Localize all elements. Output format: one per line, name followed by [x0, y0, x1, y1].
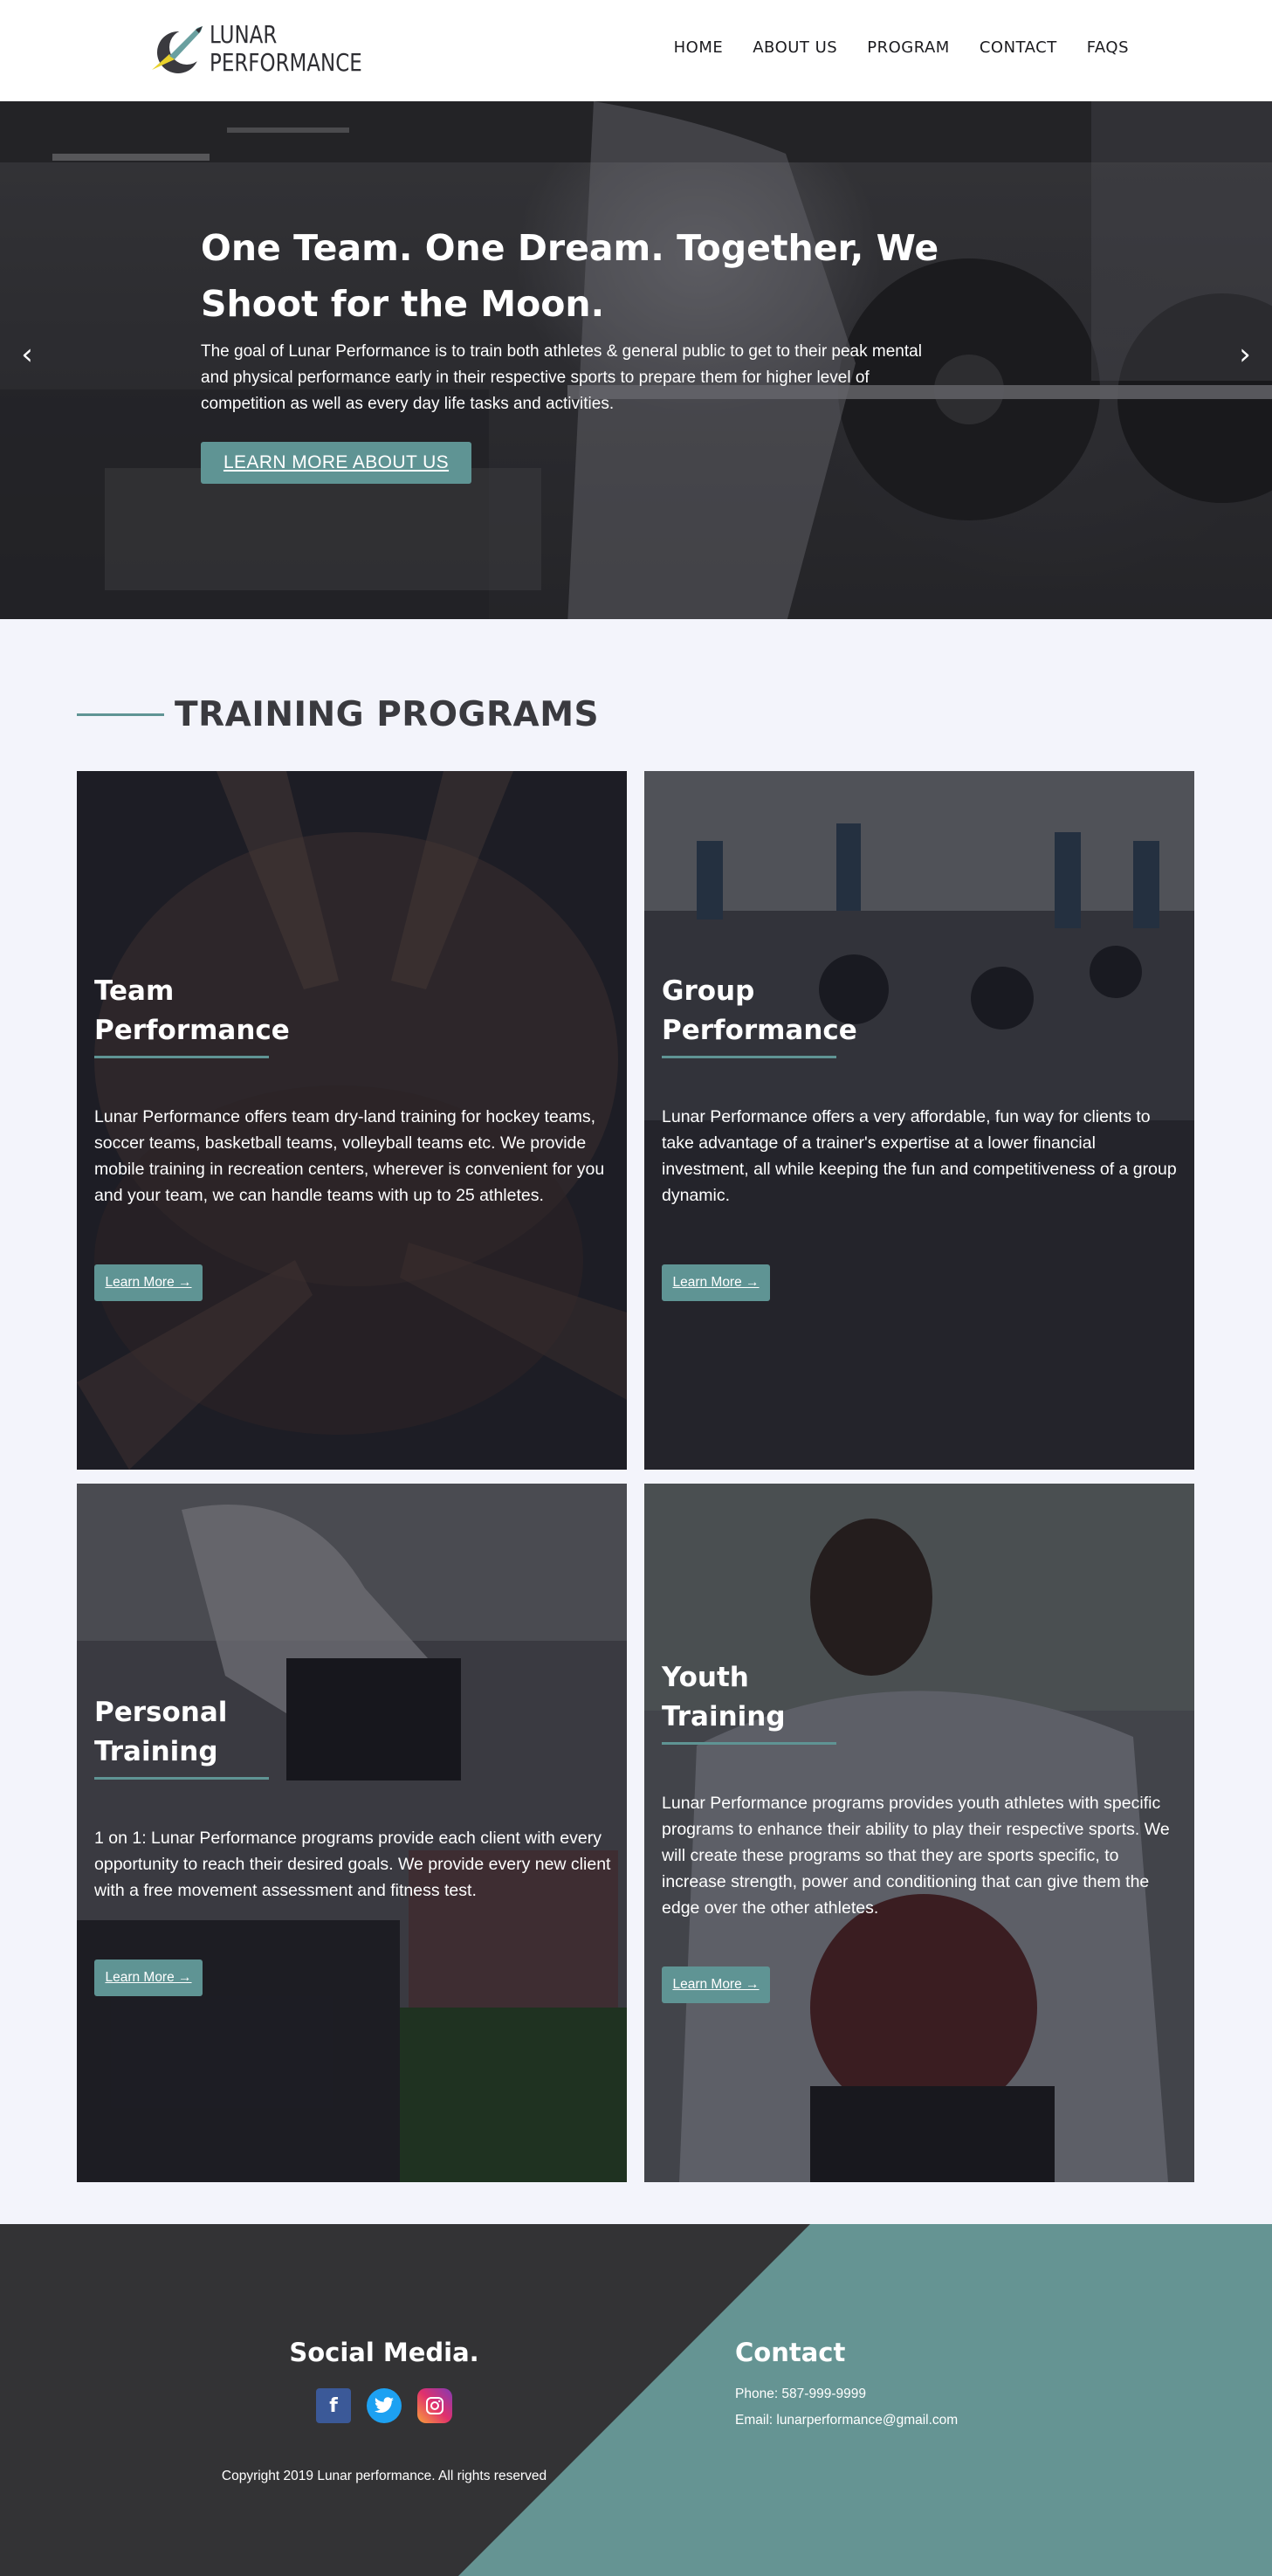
hero-description: The goal of Lunar Performance is to trai… [201, 342, 922, 413]
card-title-underline [94, 1056, 269, 1058]
learn-more-button[interactable]: Learn More → [94, 1264, 203, 1301]
card-title-underline [94, 1777, 269, 1780]
program-card-youth-training: Youth Training Lunar Performance program… [644, 1484, 1194, 2182]
card-description: Lunar Performance offers a very affordab… [662, 1107, 1177, 1205]
rocket-moon-logo-icon [143, 17, 215, 80]
program-card-personal-training: Personal Training 1 on 1: Lunar Performa… [77, 1484, 627, 2182]
nav-program[interactable]: PROGRAM [867, 38, 950, 57]
contact-phone: Phone: 587-999-9999 [735, 2387, 866, 2401]
contact-title: Contact [735, 2338, 846, 2367]
copyright-text: Copyright 2019 Lunar performance. All ri… [221, 2469, 547, 2483]
hero-slider: ‹ › One Team. One Dream. Together, We Sh… [0, 101, 1272, 619]
site-header: LUNAR PERFORMANCE HOME ABOUT US PROGRAM … [0, 0, 1272, 101]
learn-more-about-us-button[interactable]: LEARN MORE ABOUT US [201, 442, 471, 484]
instagram-icon[interactable] [417, 2388, 452, 2423]
learn-more-button[interactable]: Learn More → [662, 1264, 770, 1301]
card-title-underline [662, 1056, 836, 1058]
main-nav: HOME ABOUT US PROGRAM CONTACT FAQS [674, 38, 1129, 57]
nav-faqs[interactable]: FAQS [1087, 38, 1129, 57]
facebook-icon[interactable]: f [316, 2388, 351, 2423]
section-title: TRAINING PROGRAMS [175, 695, 600, 734]
card-content: Group Performance Lunar Performance offe… [662, 972, 1186, 1301]
chevron-right-icon[interactable]: › [1232, 337, 1258, 372]
training-programs-heading: TRAINING PROGRAMS [77, 695, 599, 734]
nav-about-us[interactable]: ABOUT US [753, 38, 837, 57]
logo[interactable]: LUNAR PERFORMANCE [143, 17, 362, 80]
nav-contact[interactable]: CONTACT [980, 38, 1057, 57]
social-title: Social Media. [289, 2338, 479, 2367]
twitter-icon[interactable] [367, 2388, 402, 2423]
learn-more-button[interactable]: Learn More → [662, 1966, 770, 2003]
contact-block: Contact Phone: 587-999-9999 Email: lunar… [735, 2338, 958, 2428]
site-footer: Social Media. f Copyright 2019 Lunar per… [0, 2224, 1272, 2576]
nav-home[interactable]: HOME [674, 38, 724, 57]
social-media-block: Social Media. f [253, 2338, 515, 2423]
card-content: Youth Training Lunar Performance program… [662, 1658, 1186, 2003]
contact-email[interactable]: Email: lunarperformance@gmail.com [735, 2413, 958, 2428]
social-icons: f [253, 2388, 515, 2423]
card-title: Team Performance [94, 975, 290, 1046]
program-card-team-performance: Team Performance Lunar Performance offer… [77, 771, 627, 1470]
card-title: Group Performance [662, 975, 857, 1046]
hero-title: One Team. One Dream. Together, We Shoot … [201, 227, 939, 325]
hero-content: One Team. One Dream. Together, We Shoot … [201, 220, 969, 484]
logo-line-1: LUNAR [210, 20, 278, 49]
card-title: Personal Training [94, 1697, 228, 1767]
heading-accent-line [77, 713, 164, 716]
card-title-underline [662, 1742, 836, 1745]
program-card-group-performance: Group Performance Lunar Performance offe… [644, 771, 1194, 1470]
logo-text: LUNAR PERFORMANCE [210, 21, 362, 77]
footer-accent-shape [458, 2224, 1272, 2576]
card-description: Lunar Performance programs provides yout… [662, 1794, 1170, 1918]
card-content: Personal Training 1 on 1: Lunar Performa… [94, 1693, 618, 1996]
card-description: 1 on 1: Lunar Performance programs provi… [94, 1829, 611, 1900]
card-title: Youth Training [662, 1662, 786, 1732]
logo-line-2: PERFORMANCE [210, 48, 362, 77]
card-content: Team Performance Lunar Performance offer… [94, 972, 618, 1301]
learn-more-button[interactable]: Learn More → [94, 1960, 203, 1996]
chevron-left-icon[interactable]: ‹ [14, 337, 40, 372]
card-description: Lunar Performance offers team dry-land t… [94, 1107, 605, 1205]
